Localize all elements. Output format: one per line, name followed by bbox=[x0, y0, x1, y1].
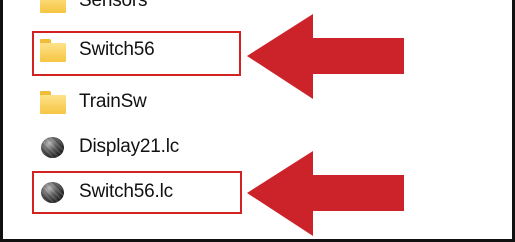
list-item-sensors[interactable]: Sensors bbox=[39, 0, 148, 18]
list-item-label: Switch56.lc bbox=[79, 181, 173, 202]
list-item-label: Display21.lc bbox=[79, 136, 180, 157]
list-item-label: Sensors bbox=[79, 0, 148, 11]
folder-icon bbox=[39, 0, 69, 14]
list-item-switch56-folder[interactable]: Switch56 bbox=[39, 33, 155, 67]
list-item-switch56-lc[interactable]: Switch56.lc bbox=[39, 175, 173, 209]
folder-icon bbox=[39, 37, 69, 63]
lc-file-icon bbox=[39, 179, 69, 205]
list-item-trainsw-folder[interactable]: TrainSw bbox=[39, 85, 147, 119]
folder-icon bbox=[39, 89, 69, 115]
list-item-label: Switch56 bbox=[79, 39, 155, 60]
arrow-left-icon bbox=[247, 14, 404, 99]
lc-file-icon bbox=[39, 134, 69, 160]
explorer-file-list: Sensors Switch56 TrainSw Display21.lc Sw… bbox=[0, 0, 515, 242]
list-item-label: TrainSw bbox=[79, 91, 147, 112]
arrow-left-icon bbox=[247, 151, 404, 236]
arrow-shape bbox=[247, 151, 404, 236]
list-item-display21-lc[interactable]: Display21.lc bbox=[39, 130, 179, 164]
arrow-shape bbox=[247, 14, 404, 99]
